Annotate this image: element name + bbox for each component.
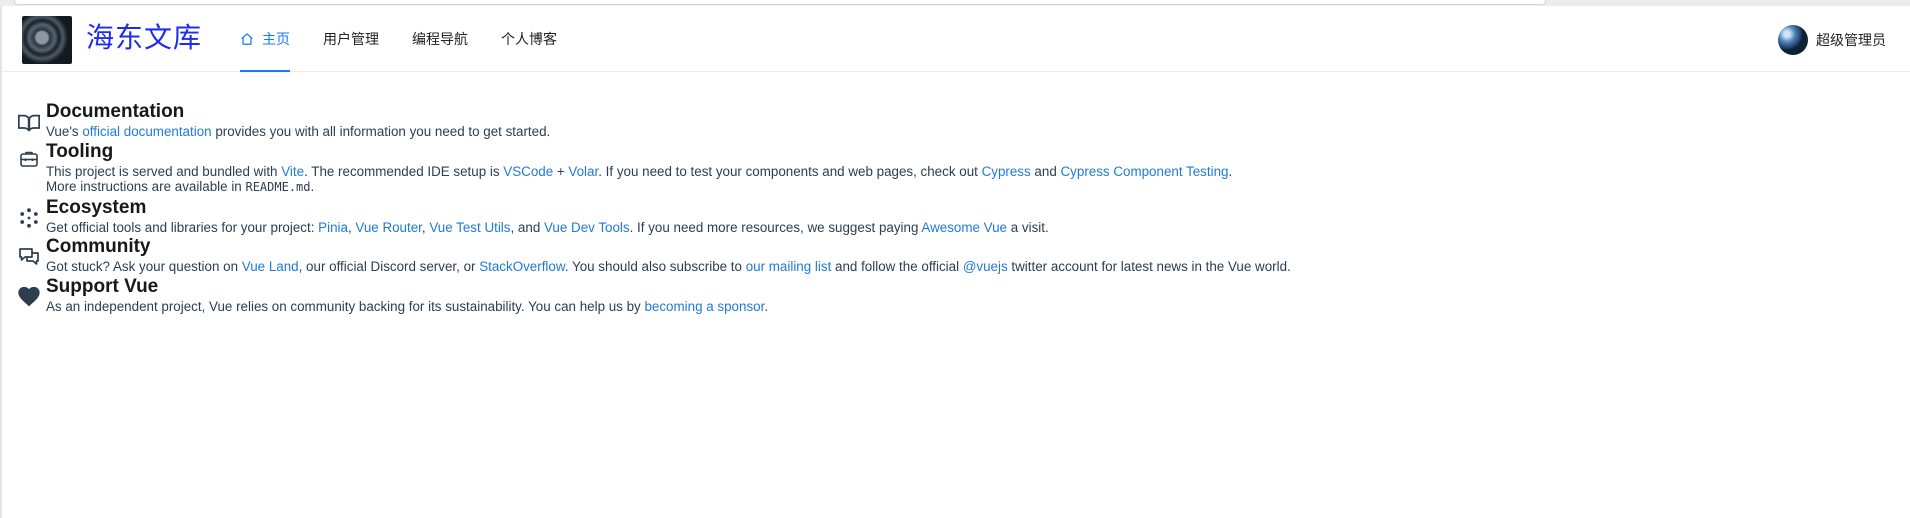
section-text: Get official tools and libraries for you… [46, 219, 1049, 235]
main-nav: 主页 用户管理 编程导航 个人博客 [240, 6, 590, 72]
nav-item-user-management[interactable]: 用户管理 [323, 6, 379, 72]
link-cypress-component-testing[interactable]: Cypress Component Testing [1061, 164, 1229, 179]
link-cypress[interactable]: Cypress [982, 164, 1031, 179]
link-official-docs[interactable]: official documentation [82, 124, 211, 139]
welcome-item-support: Support Vue As an independent project, V… [16, 275, 1876, 315]
nav-label: 用户管理 [323, 32, 379, 48]
readme-code: README.md [245, 180, 311, 195]
link-volar[interactable]: Volar [568, 164, 598, 179]
heart-icon [16, 284, 42, 310]
user-name[interactable]: 超级管理员 [1816, 30, 1886, 50]
link-vue-land[interactable]: Vue Land [242, 259, 299, 274]
section-title: Ecosystem [46, 196, 147, 218]
welcome-item-community: Community Got stuck? Ask your question o… [16, 235, 1876, 275]
user-menu[interactable]: 超级管理员 [1778, 25, 1886, 55]
section-title: Tooling [46, 140, 114, 162]
link-vuejs-twitter[interactable]: @vuejs [963, 259, 1008, 274]
link-vite[interactable]: Vite [281, 164, 304, 179]
link-vue-dev-tools[interactable]: Vue Dev Tools [544, 220, 630, 235]
scrollbar-thumb[interactable] [14, 0, 1546, 5]
nav-label: 主页 [262, 32, 290, 48]
welcome-item-ecosystem: Ecosystem Get official tools and librari… [16, 196, 1876, 236]
nav-item-personal-blog[interactable]: 个人博客 [501, 6, 557, 72]
section-text: As an independent project, Vue relies on… [46, 298, 769, 314]
welcome-content: Documentation Vue's official documentati… [16, 100, 1876, 315]
link-mailing-list[interactable]: our mailing list [746, 259, 832, 274]
section-text: Vue's official documentation provides yo… [46, 124, 551, 139]
link-awesome-vue[interactable]: Awesome Vue [921, 220, 1007, 235]
chat-bubbles-icon [16, 244, 42, 270]
book-icon [16, 110, 42, 136]
link-vscode[interactable]: VSCode [503, 164, 553, 179]
welcome-item-documentation: Documentation Vue's official documentati… [16, 100, 1876, 140]
section-text: Got stuck? Ask your question on Vue Land… [46, 259, 1291, 275]
avatar[interactable] [1778, 25, 1808, 55]
app-header: 海东文库 主页 用户管理 编程导航 个人博客 超级管理员 [2, 6, 1910, 72]
link-become-sponsor[interactable]: becoming a sponsor [644, 299, 764, 314]
section-title: Community [46, 236, 151, 258]
toolbox-icon [16, 146, 42, 172]
nav-item-programming-nav[interactable]: 编程导航 [412, 6, 468, 72]
section-title: Documentation [46, 101, 185, 122]
site-logo[interactable] [22, 16, 72, 64]
link-vue-test-utils[interactable]: Vue Test Utils [429, 220, 510, 235]
link-pinia[interactable]: Pinia [318, 220, 348, 235]
link-vue-router[interactable]: Vue Router [355, 220, 422, 235]
site-title[interactable]: 海东文库 [86, 20, 202, 56]
section-title: Support Vue [46, 275, 159, 297]
ecosystem-icon [16, 205, 42, 231]
section-text: This project is served and bundled with … [46, 163, 1233, 195]
welcome-item-tooling: Tooling This project is served and bundl… [16, 140, 1876, 196]
nav-item-home[interactable]: 主页 [240, 6, 290, 72]
link-stackoverflow[interactable]: StackOverflow [479, 259, 565, 274]
nav-label: 编程导航 [412, 32, 468, 48]
left-edge-divider [0, 6, 2, 518]
home-icon [241, 33, 253, 45]
nav-label: 个人博客 [501, 32, 557, 48]
